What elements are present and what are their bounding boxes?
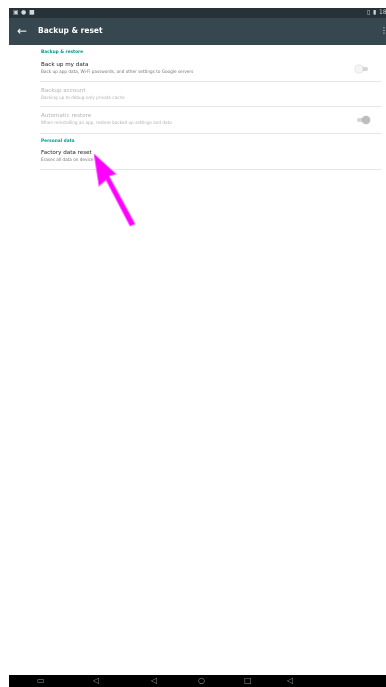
- recents-square-icon[interactable]: □: [244, 675, 252, 687]
- automatic-restore-toggle: [357, 116, 370, 124]
- back-triangle-icon[interactable]: ◁: [151, 675, 157, 687]
- setting-back-up-my-data[interactable]: Back up my data Back up app data, Wi-Fi …: [40, 57, 381, 82]
- setting-backup-account: Backup account Backing up to debug-only …: [40, 82, 381, 107]
- wifi-icon: ▯: [367, 9, 371, 16]
- setting-title: Automatic restore: [41, 113, 92, 119]
- navigation-bar: ▭ ◁ ◁ ○ □ ◁: [9, 675, 386, 687]
- setting-title: Back up my data: [41, 62, 89, 68]
- alert-circle-icon: ●: [21, 9, 27, 16]
- section-header-personal-data: Personal data: [41, 139, 75, 144]
- volume-down-icon[interactable]: ◁: [93, 675, 99, 687]
- home-circle-icon[interactable]: ○: [198, 675, 205, 687]
- screenshot-icon[interactable]: ▭: [37, 675, 45, 687]
- section-header-backup-restore: Backup & restore: [41, 50, 84, 55]
- battery-icon: ▮: [373, 9, 377, 16]
- setting-subtitle: When reinstalling an app, restore backed…: [41, 120, 172, 125]
- clock-text: 18: [379, 9, 386, 16]
- image-icon: ▣: [13, 9, 19, 16]
- toggle-knob: [362, 116, 370, 124]
- back-up-toggle[interactable]: [355, 65, 368, 73]
- settings-list: Backup & restore Back up my data Back up…: [9, 45, 386, 170]
- setting-factory-data-reset[interactable]: Factory data reset Erases all data on de…: [40, 146, 381, 170]
- page-title: Backup & reset: [38, 26, 103, 35]
- toolbar: ← Backup & reset ⋮: [9, 18, 386, 45]
- download-icon: ■: [29, 9, 35, 16]
- pointer-arrow-icon: [94, 154, 136, 227]
- volume-up-icon[interactable]: ◁: [287, 675, 293, 687]
- setting-subtitle: Backing up to debug-only private cache: [41, 95, 125, 100]
- setting-subtitle: Back up app data, Wi-Fi passwords, and o…: [41, 69, 194, 74]
- arrow-left-icon[interactable]: ←: [17, 23, 27, 39]
- status-bar: ▣ ● ■ ▯ ▮ 18: [9, 8, 386, 18]
- overflow-menu-icon[interactable]: ⋮: [380, 23, 386, 39]
- setting-title: Backup account: [41, 88, 86, 94]
- toggle-knob: [355, 65, 363, 73]
- setting-subtitle: Erases all data on device: [41, 157, 94, 162]
- setting-title: Factory data reset: [41, 150, 92, 156]
- setting-automatic-restore: Automatic restore When reinstalling an a…: [40, 107, 381, 134]
